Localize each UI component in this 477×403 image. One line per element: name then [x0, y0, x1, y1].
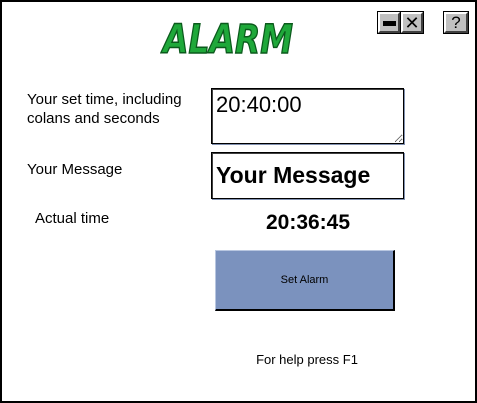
actual-time-label: Actual time	[35, 210, 110, 227]
alarm-logo-text: ALARM	[161, 17, 293, 60]
message-label: Your Message	[27, 161, 123, 178]
set-time-label: Your set time, including colans and seco…	[27, 91, 182, 127]
alarm-time-input[interactable]: 20:40:00	[211, 88, 404, 144]
set-alarm-button[interactable]: Set Alarm	[215, 250, 395, 311]
help-hint: For help press F1	[256, 352, 358, 367]
alarm-logo: ALARM	[160, 16, 294, 60]
close-button[interactable]: ✕	[400, 11, 424, 34]
alarm-window: ALARM ✕ ? Your set time, including colan…	[0, 0, 477, 403]
close-icon: ✕	[404, 12, 420, 33]
set-alarm-label: Set Alarm	[280, 274, 329, 286]
help-icon: ?	[451, 13, 461, 32]
minimize-button[interactable]	[377, 11, 401, 34]
help-button[interactable]: ?	[443, 11, 469, 34]
minimize-icon	[382, 20, 396, 26]
actual-time-value: 20:36:45	[265, 211, 351, 234]
message-input[interactable]	[211, 152, 404, 199]
